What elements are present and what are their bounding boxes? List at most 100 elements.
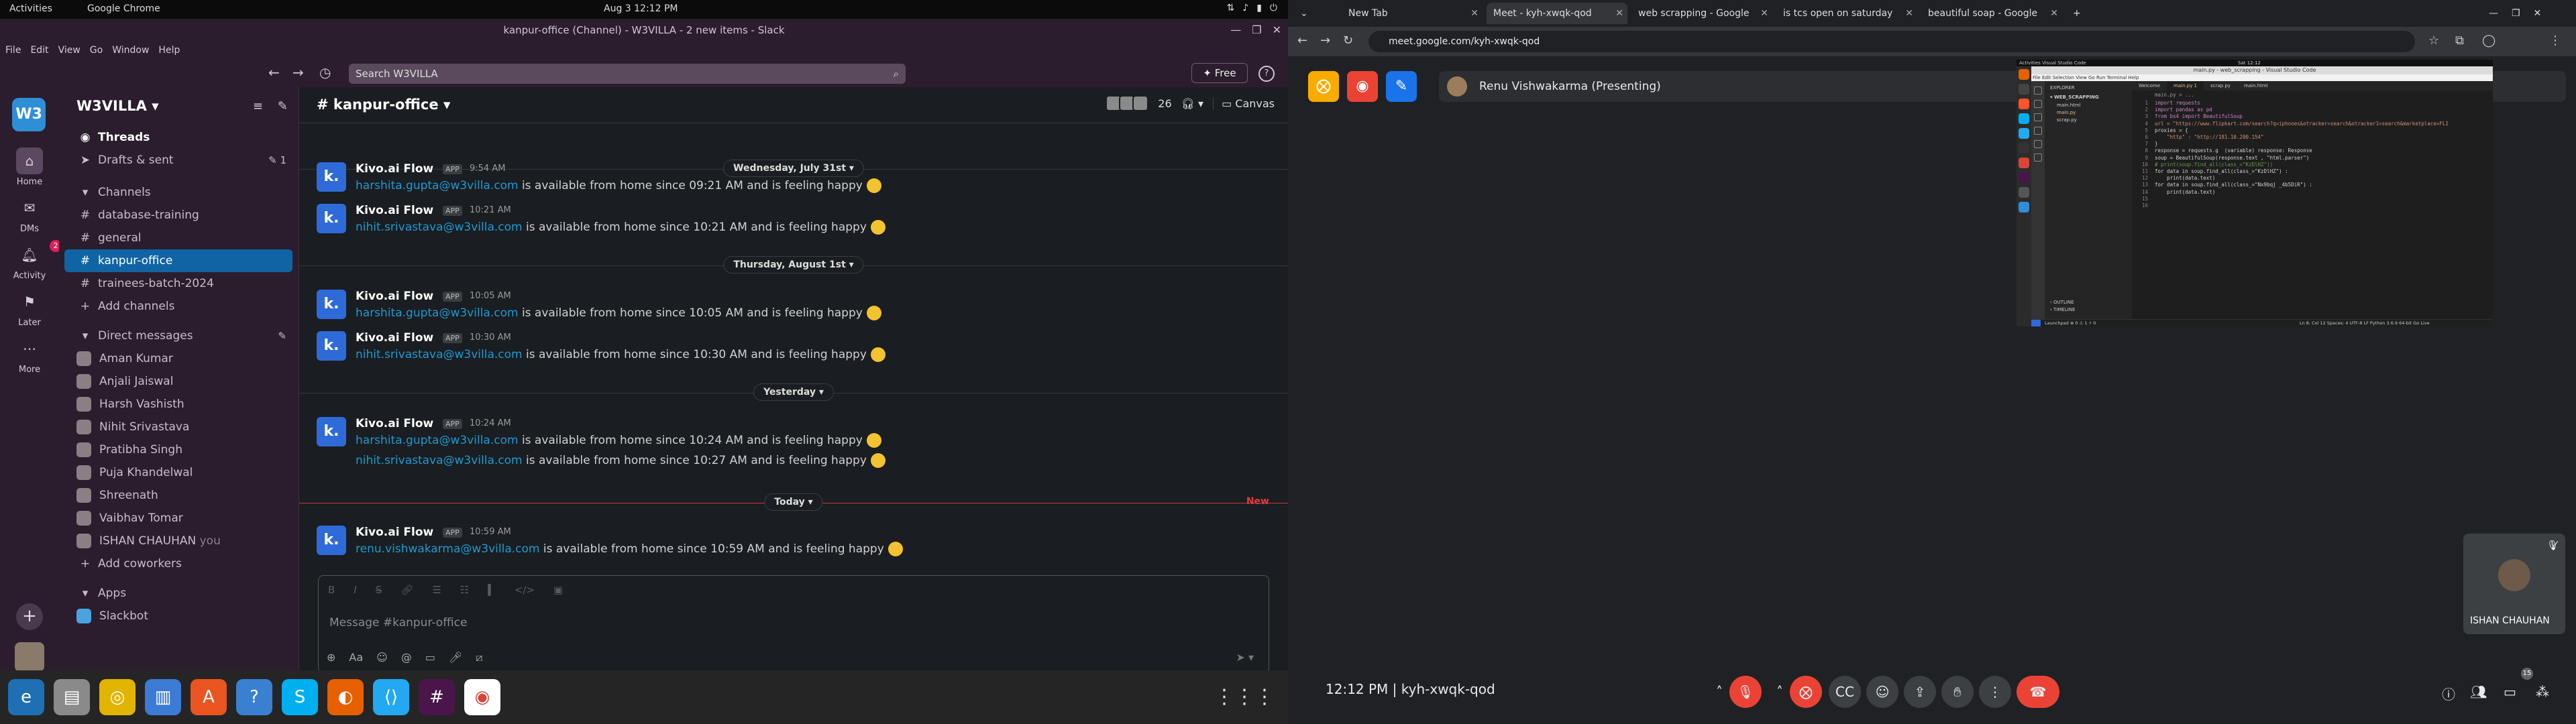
raise-hand-button[interactable]: ✋︎ (1941, 676, 1974, 708)
channel-general[interactable]: # general (59, 227, 299, 249)
address-bar[interactable]: meet.google.com/kyh-xwqk-qod (1368, 31, 2415, 52)
captions-button[interactable]: CC (1829, 676, 1861, 708)
day-pill[interactable]: Today ▾ (764, 493, 823, 511)
italic-icon[interactable]: I (354, 584, 356, 596)
edge-icon[interactable]: e (8, 679, 44, 715)
filter-icon[interactable]: ≡ (253, 99, 263, 113)
member-avatars[interactable] (1106, 95, 1149, 111)
shortcut-icon[interactable]: ⧄ (476, 651, 482, 664)
add-channels-button[interactable]: + Add channels (59, 295, 299, 318)
sender-name[interactable]: Kivo.ai Flow (356, 204, 433, 217)
window-controls[interactable]: —❐✕ (2482, 3, 2569, 24)
tab-menu-icon[interactable]: ⌄ (1293, 3, 1340, 24)
dm-item[interactable]: Puja Khandelwal (59, 461, 299, 484)
sidebar-threads[interactable]: ◉ Threads (59, 126, 299, 149)
people-icon[interactable]: 👥︎ (2470, 684, 2487, 700)
sender-name[interactable]: Kivo.ai Flow (356, 331, 433, 345)
channel-title[interactable]: # kanpur-office ▾ (317, 97, 450, 113)
present-button[interactable]: ⇪ (1904, 676, 1936, 708)
menu-go[interactable]: Go (90, 42, 103, 59)
code-block-icon[interactable]: ▣ (553, 584, 563, 596)
menu-file[interactable]: File (5, 42, 21, 59)
channel-trainees-batch-2024[interactable]: # trainees-batch-2024 (59, 272, 299, 295)
camera-options-icon[interactable]: ˄ (1768, 676, 1791, 708)
edit-icon[interactable]: ✎ (278, 324, 286, 347)
tab-tcs[interactable]: is tcs open on saturday ✕ (1776, 3, 1917, 24)
compose-icon[interactable]: ✎ (278, 99, 288, 113)
free-plan-button[interactable]: ✦ Free (1191, 63, 1248, 83)
app-slackbot[interactable]: Slackbot (59, 605, 299, 627)
message-input[interactable]: Message #kanpur-office (329, 616, 467, 629)
rail-later[interactable]: ⚑ Later (0, 288, 59, 328)
sidebar-drafts[interactable]: ➤ Drafts & sent ✎ 1 (59, 149, 299, 172)
sender-name[interactable]: Kivo.ai Flow (356, 162, 433, 176)
maximize-icon[interactable]: ❐ (1252, 19, 1261, 42)
close-icon[interactable]: ✕ (1273, 19, 1281, 42)
member-count[interactable]: 26 (1158, 97, 1171, 110)
user-avatar[interactable] (15, 642, 44, 672)
timestamp[interactable]: 10:21 AM (470, 205, 511, 215)
email-link[interactable]: harshita.gupta@w3villa.com (356, 306, 519, 320)
day-pill[interactable]: Wednesday, July 31st ▾ (723, 160, 864, 177)
dm-item[interactable]: Anjali Jaiswal (59, 370, 299, 393)
canvas-button[interactable]: ▭ Canvas (1213, 97, 1275, 110)
profile-icon[interactable]: ◯ (2482, 34, 2496, 48)
search-input[interactable]: Search W3VILLA ⌕ (349, 64, 906, 84)
text-format-icon[interactable]: Aa (349, 651, 363, 664)
extensions-icon[interactable]: ⧉ (2455, 34, 2464, 48)
tab-beautiful-soap[interactable]: beautiful soap - Google ✕ (1921, 3, 2062, 24)
menu-edit[interactable]: Edit (30, 42, 48, 59)
message-composer[interactable]: B I S̶ 🔗︎ ☰ ☷ ▍ </> ▣ Message #kanpur-of… (318, 575, 1269, 673)
blockquote-icon[interactable]: ▍ (488, 584, 496, 596)
rhythmbox-icon[interactable]: ◎ (99, 679, 136, 715)
channel-database-training[interactable]: # database-training (59, 204, 299, 227)
chat-icon[interactable]: ▭ (2504, 684, 2516, 700)
system-clock[interactable]: Aug 3 12:12 PM (604, 3, 678, 14)
skype-icon[interactable]: S (282, 679, 318, 715)
info-icon[interactable]: ⓘ (2442, 684, 2455, 703)
email-link[interactable]: harshita.gupta@w3villa.com (356, 434, 519, 447)
tab-web-scrapping[interactable]: web scrapping - Google ✕ (1631, 3, 1772, 24)
camera-toggle-button[interactable]: ⨂ (1790, 676, 1822, 708)
annotate-icon[interactable]: ✎ (1386, 71, 1417, 102)
dm-item[interactable]: Shreenath (59, 484, 299, 507)
email-link[interactable]: nihit.srivastava@w3villa.com (356, 454, 523, 467)
rail-more[interactable]: ⋯ More (0, 335, 59, 375)
activities-icon[interactable]: ⁂ (2536, 684, 2549, 700)
rail-home[interactable]: ⌂ Home (0, 147, 59, 187)
timestamp[interactable]: 10:24 AM (470, 418, 511, 428)
emoji-button[interactable]: ☺ (1866, 676, 1898, 708)
tab-meet[interactable]: Meet - kyh-xwqk-qod ✕ (1487, 3, 1627, 24)
bold-icon[interactable]: B (328, 584, 335, 596)
mic-toggle-button[interactable]: 🎙︎ (1729, 676, 1762, 708)
new-tab-button[interactable]: + (2066, 3, 2086, 24)
send-button[interactable]: ➤ ▾ (1236, 651, 1254, 664)
help-icon[interactable]: ? (1258, 66, 1275, 82)
timestamp[interactable]: 9:54 AM (470, 164, 505, 174)
back-arrow-icon[interactable]: ← (268, 64, 280, 80)
timestamp[interactable]: 10:59 AM (470, 527, 511, 537)
history-icon[interactable]: ◷ (319, 64, 331, 80)
rail-activity[interactable]: 🔔︎ 2 Activity (0, 240, 62, 281)
headphones-icon[interactable]: 🎧︎ ▾ (1181, 97, 1203, 110)
self-video-tile[interactable]: 🎙︎̸ ISHAN CHAUHAN (2463, 534, 2565, 634)
strikethrough-icon[interactable]: S̶ (376, 584, 382, 596)
menu-help[interactable]: Help (158, 42, 180, 59)
software-icon[interactable]: A (191, 679, 227, 715)
slack-icon[interactable]: # (419, 679, 455, 715)
help-icon[interactable]: ? (236, 679, 272, 715)
dm-item[interactable]: Vaibhav Tomar (59, 507, 299, 530)
timestamp[interactable]: 10:05 AM (470, 291, 511, 301)
mic-icon[interactable]: 🎤︎ (449, 651, 462, 664)
sender-name[interactable]: Kivo.ai Flow (356, 417, 433, 430)
tab-new-tab[interactable]: New Tab ✕ (1342, 3, 1483, 24)
chrome-menu-icon[interactable]: ⋮ (2549, 34, 2561, 48)
sender-name[interactable]: Kivo.ai Flow (356, 526, 433, 539)
workspace-name[interactable]: W3VILLA ▾ (76, 98, 159, 114)
dm-item[interactable]: Harsh Vashisth (59, 393, 299, 416)
firefox-icon[interactable]: ◐ (327, 679, 364, 715)
forward-arrow-icon[interactable]: → (292, 64, 304, 80)
chrome-icon[interactable]: ◉ (464, 679, 500, 715)
forward-arrow-icon[interactable]: → (1320, 34, 1330, 48)
writer-icon[interactable]: ▥ (145, 679, 181, 715)
